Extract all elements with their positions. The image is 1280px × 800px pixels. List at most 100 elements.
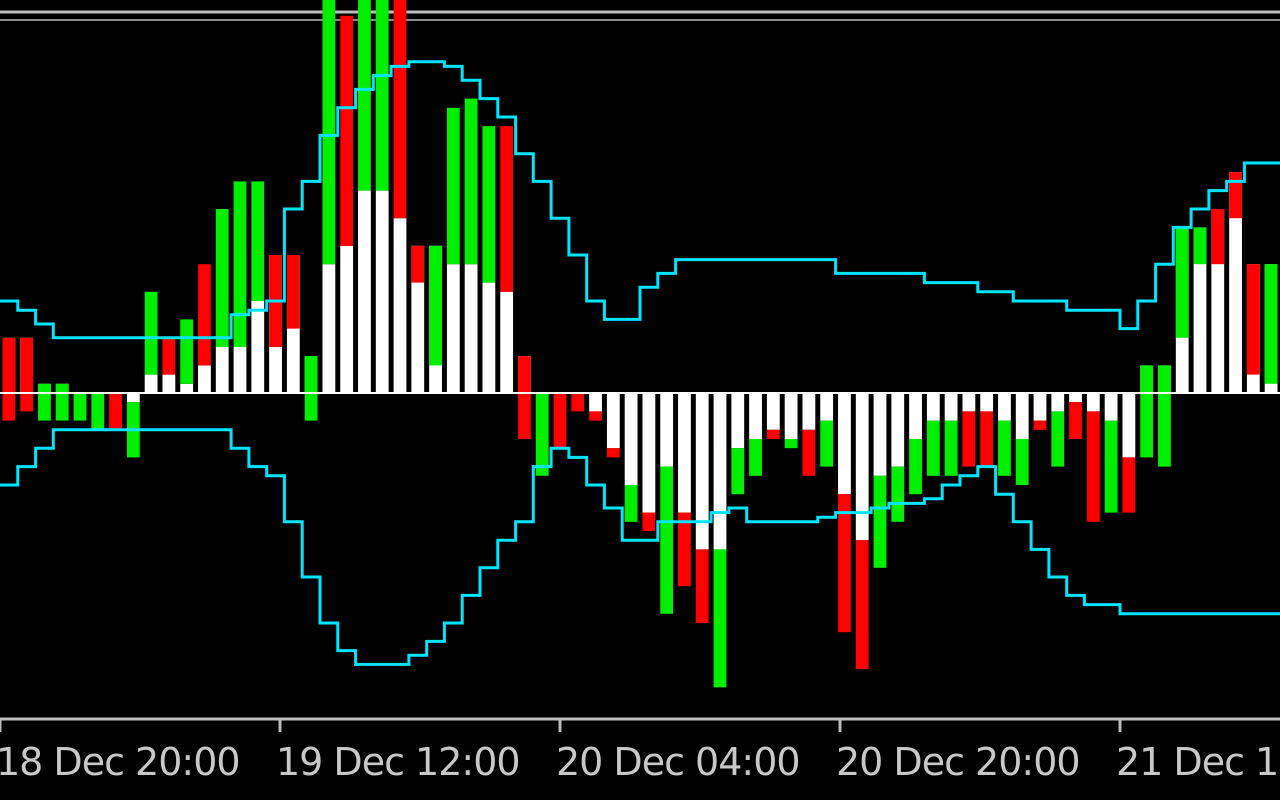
bar-core	[980, 393, 994, 412]
bar-core	[215, 347, 229, 393]
bar-core	[944, 393, 958, 421]
bar-delta	[535, 393, 549, 476]
bar-core	[642, 393, 656, 513]
bar-delta	[713, 549, 727, 688]
bar-delta	[678, 512, 691, 587]
bar-delta	[944, 420, 958, 476]
bar-core	[695, 393, 709, 550]
bar-core	[998, 393, 1011, 421]
bar-core	[1033, 393, 1047, 421]
bar-core	[731, 393, 745, 449]
bar-delta	[55, 383, 69, 421]
bar-delta	[802, 429, 816, 476]
bar-delta	[1246, 264, 1260, 375]
bar-core	[1015, 393, 1029, 439]
bar-delta	[358, 0, 371, 191]
x-tick-label: 20 Dec 20:00	[836, 740, 1080, 784]
bar-core	[589, 393, 602, 412]
bar-core	[1086, 393, 1100, 412]
bar-delta	[1015, 439, 1029, 485]
bar-core	[891, 393, 905, 467]
bar-delta	[304, 356, 318, 421]
bar-core	[126, 393, 140, 403]
bar-core	[749, 393, 762, 439]
bar-delta	[909, 439, 922, 495]
bar-delta	[2, 337, 16, 421]
bar-delta	[500, 126, 514, 292]
bar-core	[660, 393, 674, 467]
bar-delta	[695, 549, 709, 623]
bar-delta	[642, 512, 656, 531]
bar-core	[606, 393, 620, 449]
bar-delta	[144, 291, 158, 375]
bar-delta	[571, 393, 585, 412]
bar-delta	[1211, 209, 1225, 265]
bar-delta	[411, 245, 425, 283]
bar-delta	[838, 494, 851, 633]
indicator-chart: 18 Dec 20:00 19 Dec 12:00 20 Dec 04:00 20 D…	[0, 0, 1280, 800]
bar-core	[180, 383, 194, 393]
bar-core	[784, 393, 798, 439]
bar-delta	[820, 420, 834, 467]
bar-core	[1051, 393, 1065, 412]
bar-core	[766, 393, 780, 430]
x-tick-label: 18 Dec 20:00	[0, 740, 240, 784]
bar-delta	[1051, 411, 1065, 467]
bar-core	[1122, 393, 1136, 458]
bar-delta	[1175, 227, 1189, 338]
bar-core	[446, 264, 460, 393]
bar-delta	[322, 0, 336, 265]
bar-core	[1104, 393, 1118, 421]
bar-delta	[606, 448, 620, 458]
bar-core	[909, 393, 922, 439]
bar-delta	[1033, 420, 1047, 430]
bar-delta	[464, 98, 478, 265]
bar-core	[1069, 393, 1082, 403]
bar-delta	[251, 181, 265, 301]
bar-core	[855, 393, 869, 541]
bar-delta	[73, 393, 87, 421]
bar-delta	[1069, 402, 1082, 439]
bar-delta	[926, 420, 940, 476]
bar-delta	[855, 540, 869, 669]
bar-core	[838, 393, 851, 495]
bar-core	[322, 264, 336, 393]
x-tick-label: 21 Dec 12:00	[1116, 740, 1280, 784]
bar-delta	[1140, 365, 1154, 458]
bar-delta	[109, 393, 122, 430]
bar-delta	[233, 181, 247, 347]
bar-core	[464, 264, 478, 393]
bar-core	[375, 190, 389, 393]
bar-core	[678, 393, 691, 513]
x-tick-label: 20 Dec 04:00	[556, 740, 800, 784]
bar-delta	[891, 466, 905, 522]
bar-delta	[731, 448, 745, 495]
bar-delta	[20, 337, 34, 412]
bar-core	[926, 393, 940, 421]
bar-delta	[91, 393, 105, 430]
bar-delta	[518, 356, 531, 439]
bar-delta	[286, 255, 300, 329]
bar-delta	[980, 411, 994, 467]
bar-core	[500, 291, 514, 393]
bar-delta	[180, 319, 194, 384]
bar-delta	[998, 420, 1011, 476]
bar-delta	[38, 383, 51, 421]
bar-delta	[660, 466, 674, 614]
bar-core	[162, 374, 176, 393]
bar-delta	[784, 439, 798, 449]
bar-core	[802, 393, 816, 430]
bar-delta	[1158, 365, 1171, 467]
bar-core	[340, 245, 354, 393]
bar-delta	[1122, 457, 1136, 513]
bar-delta	[482, 126, 496, 283]
bar-delta	[624, 485, 638, 522]
bar-delta	[749, 439, 762, 476]
bar-delta	[1193, 227, 1207, 265]
bar-delta	[340, 15, 354, 246]
bar-core	[482, 282, 496, 393]
bar-core	[358, 190, 371, 393]
bar-delta	[873, 475, 887, 568]
bar-delta	[215, 209, 229, 347]
bar-delta	[1104, 420, 1118, 513]
